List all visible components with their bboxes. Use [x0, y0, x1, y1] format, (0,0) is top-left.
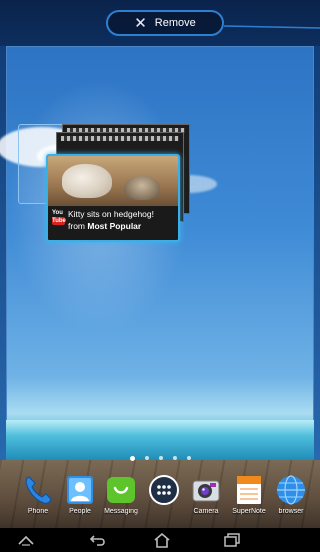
back-icon	[89, 535, 105, 546]
all-apps-icon	[149, 475, 179, 505]
camera-icon	[192, 480, 220, 502]
dock-app-camera[interactable]: Camera	[186, 474, 226, 526]
close-x-icon: ✕	[134, 14, 147, 32]
page-dot[interactable]	[144, 456, 149, 460]
collapse-icon	[18, 535, 34, 546]
remove-label: Remove	[154, 17, 196, 29]
widget-video-card[interactable]: You Tube Kitty sits on hedgehog! from Mo…	[46, 154, 180, 242]
video-source: from Most Popular	[68, 221, 141, 231]
supernote-icon	[237, 476, 261, 504]
source-name: Most Popular	[87, 221, 142, 231]
wallpaper-sea	[6, 420, 314, 460]
video-title: Kitty sits on hedgehog!	[68, 209, 155, 219]
messaging-icon	[107, 477, 135, 503]
all-apps-button[interactable]	[144, 474, 184, 526]
cat-image	[62, 164, 112, 198]
home-button[interactable]	[142, 530, 182, 550]
pointer-line	[224, 25, 320, 29]
youtube-logo-icon: You Tube	[52, 209, 66, 231]
phone-icon	[25, 476, 52, 504]
browser-globe-icon	[277, 475, 305, 505]
remove-drop-zone: ✕ Remove	[0, 0, 320, 46]
dock-label: Camera	[193, 508, 219, 515]
youtube-logo-tube: Tube	[52, 217, 66, 225]
youtube-widget[interactable]: You Tube Kitty sits on hedgehog! from Mo…	[18, 124, 190, 242]
recent-apps-button[interactable]	[212, 530, 252, 550]
dock-label: SuperNote	[232, 508, 266, 515]
page-dot-active[interactable]	[129, 456, 135, 461]
dock-app-messaging[interactable]: Messaging	[101, 474, 141, 526]
adjacent-page-right-edge[interactable]	[314, 46, 320, 506]
video-thumbnail	[48, 156, 178, 206]
recent-apps-icon	[224, 533, 240, 547]
dock-label: browser	[278, 508, 304, 515]
collapse-button[interactable]	[6, 530, 46, 550]
remove-button[interactable]: ✕ Remove	[106, 10, 224, 36]
dock-app-browser[interactable]: browser	[271, 474, 311, 526]
page-indicator	[0, 456, 320, 461]
app-dock: Phone People Messaging Camera SuperNote …	[0, 474, 320, 526]
page-dot[interactable]	[186, 456, 191, 460]
page-dot[interactable]	[158, 456, 163, 460]
dock-label: People	[69, 508, 91, 515]
dock-app-people[interactable]: People	[60, 474, 100, 526]
youtube-logo-you: You	[52, 210, 63, 216]
dock-app-phone[interactable]: Phone	[18, 474, 58, 526]
dock-label: Phone	[27, 508, 49, 515]
home-icon	[154, 532, 170, 548]
navigation-bar	[0, 528, 320, 552]
source-prefix: from	[68, 221, 85, 231]
home-screen-edit-mode: ✕ Remove You Tube Kitty sits on hedgehog…	[0, 0, 320, 552]
dock-app-supernote[interactable]: SuperNote	[229, 474, 269, 526]
dock-label: Messaging	[104, 508, 138, 515]
back-button[interactable]	[78, 530, 118, 550]
page-dot[interactable]	[172, 456, 177, 460]
hedgehog-image	[124, 176, 160, 200]
people-icon	[67, 476, 93, 504]
